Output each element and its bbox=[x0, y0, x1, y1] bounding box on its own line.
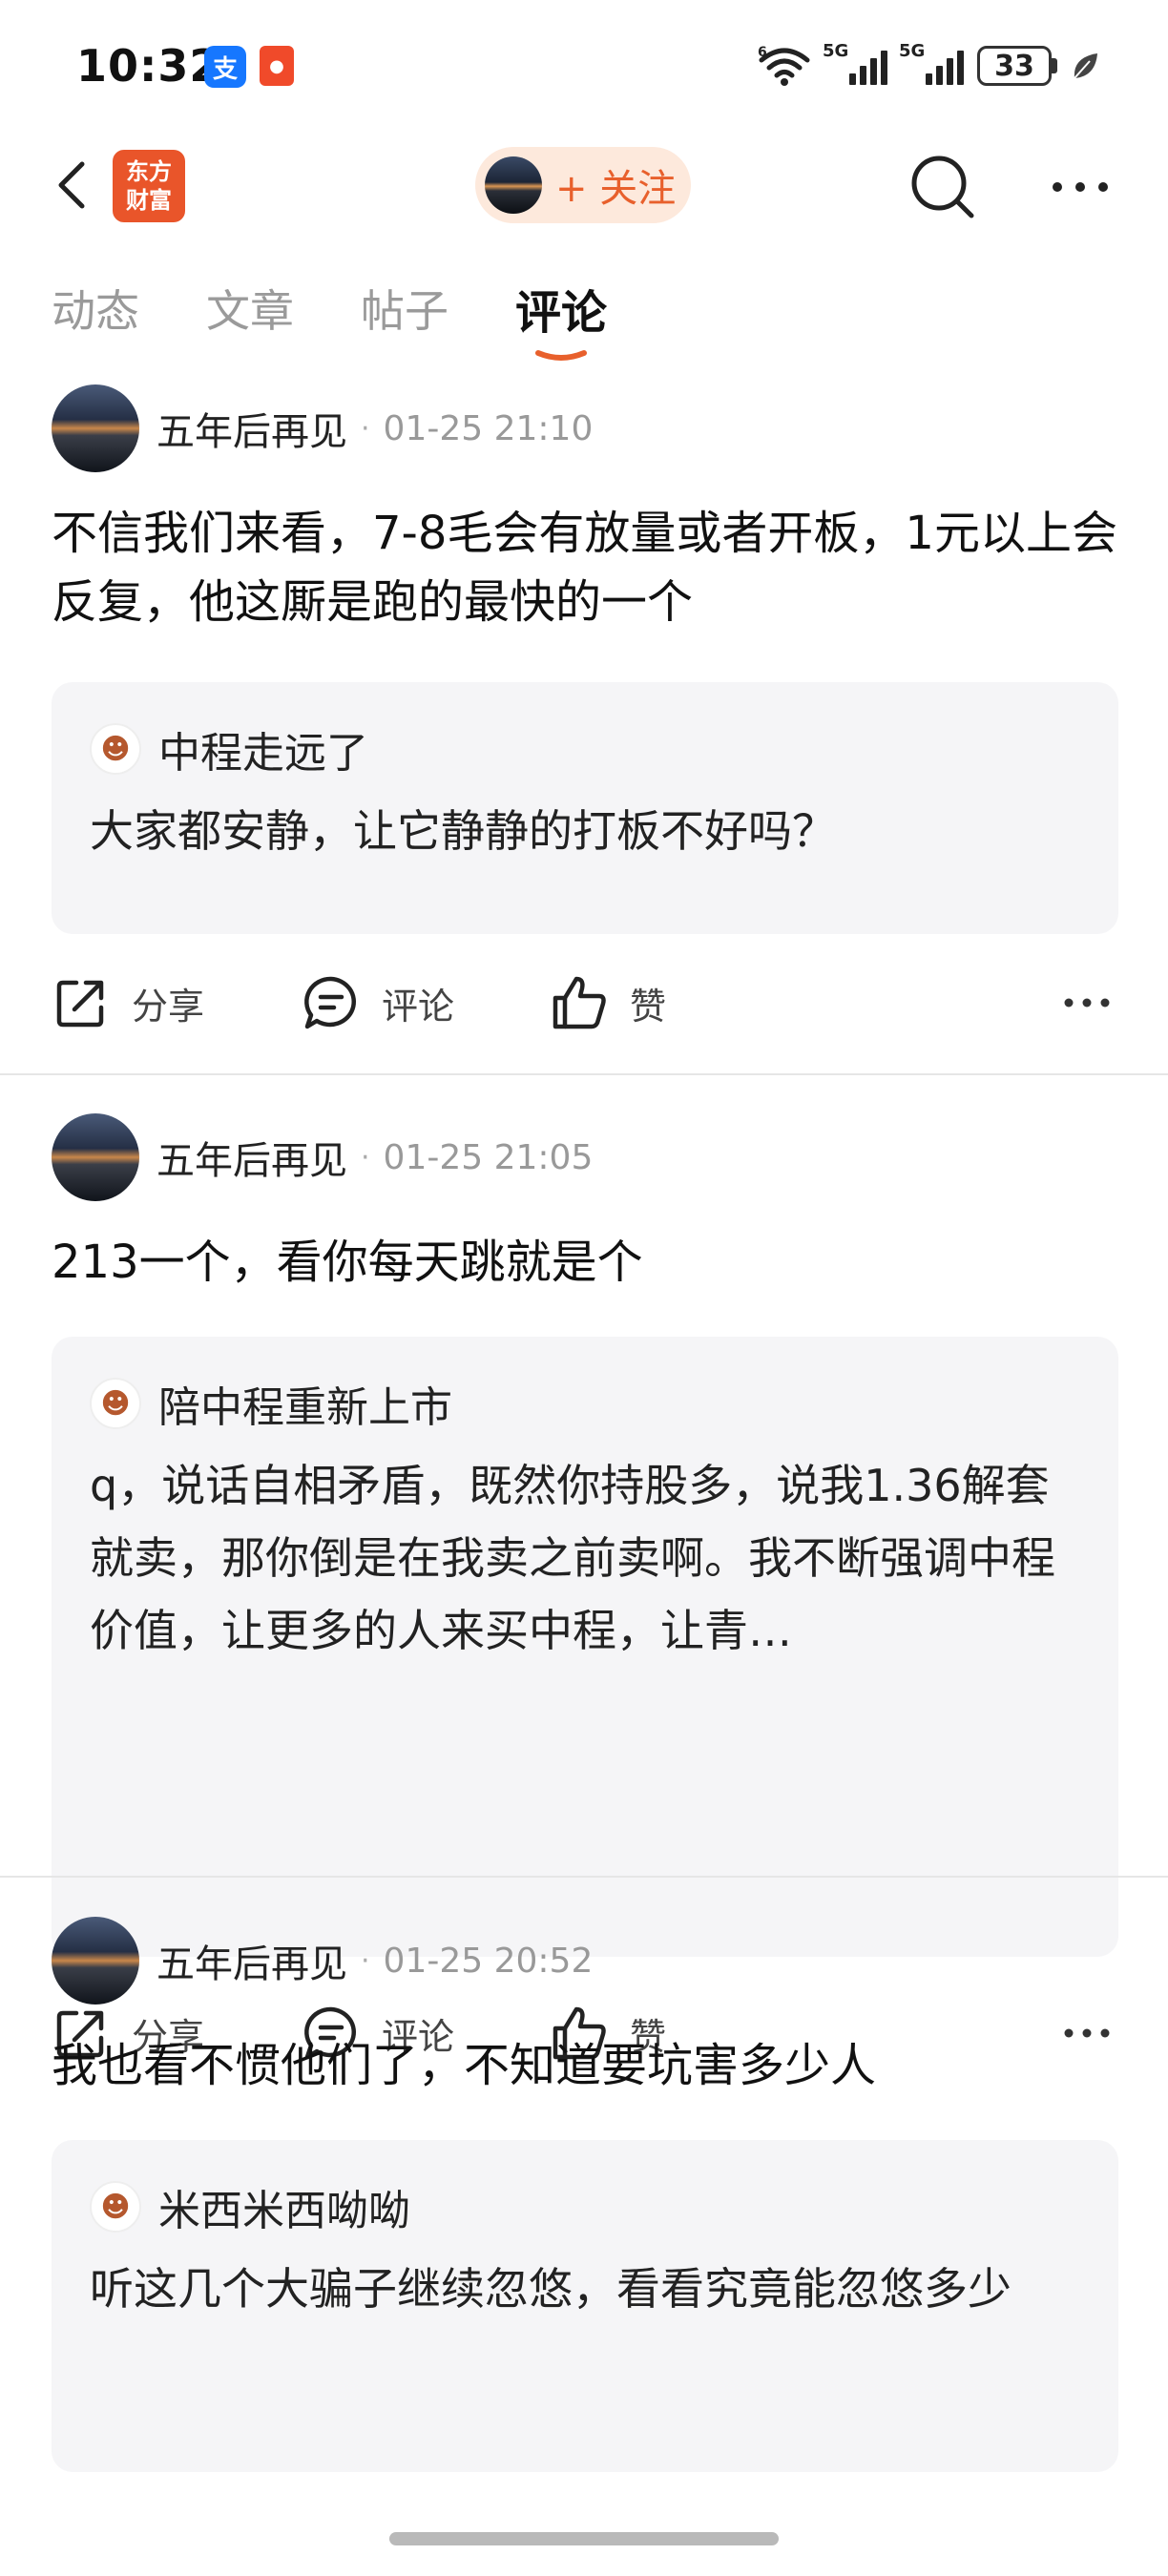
more-options-icon[interactable] bbox=[1050, 176, 1111, 198]
comment-icon bbox=[304, 976, 356, 1029]
quoted-author[interactable]: 陪中程重新上市 bbox=[158, 1373, 452, 1434]
comment-label: 评论 bbox=[382, 985, 455, 1028]
quoted-text: 大家都安静，让它静静的打板不好吗？ bbox=[90, 805, 836, 857]
like-label: 赞 bbox=[630, 985, 667, 1028]
alipay-icon: 支 bbox=[204, 46, 246, 88]
comment-text: 我也看不惯他们了，不知道要坑害多少人 bbox=[52, 2039, 877, 2092]
thumbs-up-icon bbox=[553, 976, 606, 1029]
signal-icon-2: 5G bbox=[899, 41, 964, 85]
tab-comments[interactable]: 评论 bbox=[515, 275, 607, 342]
back-arrow-icon[interactable] bbox=[46, 156, 103, 214]
post-time: 01-25 21:05 bbox=[383, 1137, 594, 1177]
author-row: 五年后再见 · 01-25 21:10 bbox=[52, 384, 593, 472]
status-bar: 10:32 支 ● 6 5G 5G 33 bbox=[0, 0, 1168, 134]
divider bbox=[0, 1073, 1168, 1075]
battery-level: 33 bbox=[977, 46, 1052, 86]
wifi-label: 6 bbox=[758, 45, 767, 60]
separator-dot: · bbox=[361, 411, 370, 446]
quoted-avatar: ☻ bbox=[90, 723, 141, 775]
post-time: 01-25 20:52 bbox=[383, 1941, 594, 1981]
action-bar: 分享 评论 赞 bbox=[0, 965, 1168, 1041]
quoted-post[interactable]: ☻ 米西米西呦呦 听这几个大骗子继续忽悠，看看究竟能忽悠多少 bbox=[52, 2140, 1118, 2472]
share-icon bbox=[56, 980, 104, 1028]
signal-2-label: 5G bbox=[899, 41, 926, 61]
tab-articles[interactable]: 文章 bbox=[206, 277, 294, 340]
quoted-avatar: ☻ bbox=[90, 1378, 141, 1429]
comment-button[interactable]: 评论 bbox=[302, 965, 454, 1041]
quoted-post[interactable]: ☻ 陪中程重新上市 q，说话自相矛盾，既然你持股多，说我1.36解套就卖，那你倒… bbox=[52, 1337, 1118, 1957]
quoted-avatar: ☻ bbox=[90, 2181, 141, 2233]
more-options-icon[interactable] bbox=[1063, 993, 1111, 1012]
battery-icon: 33 bbox=[977, 46, 1057, 86]
author-name[interactable]: 五年后再见 bbox=[156, 1130, 347, 1185]
quoted-text: 听这几个大骗子继续忽悠，看看究竟能忽悠多少 bbox=[90, 2263, 1012, 2315]
tab-dynamics[interactable]: 动态 bbox=[52, 277, 139, 340]
brand-line2: 财富 bbox=[126, 187, 172, 214]
search-icon[interactable] bbox=[907, 151, 979, 223]
status-icons: 6 5G 5G 33 bbox=[758, 41, 1099, 90]
wifi-icon: 6 bbox=[758, 45, 810, 86]
quoted-text: q，说话自相矛盾，既然你持股多，说我1.36解套就卖，那你倒是在我卖之前卖啊。我… bbox=[90, 1460, 1055, 1656]
comments-screen: 10:32 支 ● 6 5G 5G 33 东方 财富 + 关注 动态 文章 帖子… bbox=[0, 0, 1168, 2576]
follow-label: + 关注 bbox=[555, 167, 677, 211]
profile-avatar bbox=[485, 156, 542, 214]
status-time: 10:32 bbox=[76, 40, 221, 92]
active-tab-indicator bbox=[535, 350, 587, 361]
comment-text: 213一个，看你每天跳就是个 bbox=[52, 1236, 643, 1289]
signal-1-label: 5G bbox=[823, 41, 849, 61]
notification-app-icon: ● bbox=[260, 46, 294, 86]
author-row: 五年后再见 · 01-25 21:05 bbox=[52, 1113, 593, 1201]
brand-line1: 东方 bbox=[126, 158, 172, 185]
avatar[interactable] bbox=[52, 1113, 139, 1201]
comment-text: 不信我们来看，7-8毛会有放量或者开板，1元以上会反复，他这厮是跑的最快的一个 bbox=[52, 507, 1117, 629]
eastmoney-logo: 东方 财富 bbox=[113, 150, 185, 222]
like-button[interactable]: 赞 bbox=[550, 965, 666, 1041]
quoted-author[interactable]: 中程走远了 bbox=[158, 718, 368, 779]
post-time: 01-25 21:10 bbox=[383, 408, 594, 448]
quoted-author[interactable]: 米西米西呦呦 bbox=[158, 2176, 410, 2237]
divider bbox=[0, 1876, 1168, 1878]
leaf-icon bbox=[1074, 53, 1097, 79]
top-nav-bar: 东方 财富 + 关注 bbox=[0, 134, 1168, 239]
author-name[interactable]: 五年后再见 bbox=[156, 401, 347, 456]
signal-icon-1: 5G bbox=[823, 41, 887, 85]
avatar[interactable] bbox=[52, 1917, 139, 2005]
follow-button[interactable]: + 关注 bbox=[475, 147, 691, 223]
author-row: 五年后再见 · 01-25 20:52 bbox=[52, 1917, 593, 2005]
separator-dot: · bbox=[361, 1140, 370, 1174]
quoted-post[interactable]: ☻ 中程走远了 大家都安静，让它静静的打板不好吗？ bbox=[52, 682, 1118, 934]
separator-dot: · bbox=[361, 1943, 370, 1978]
avatar[interactable] bbox=[52, 384, 139, 472]
author-name[interactable]: 五年后再见 bbox=[156, 1933, 347, 1988]
share-label: 分享 bbox=[132, 985, 205, 1028]
share-button[interactable]: 分享 bbox=[52, 965, 204, 1041]
tab-posts[interactable]: 帖子 bbox=[361, 277, 448, 340]
home-indicator[interactable] bbox=[389, 2532, 779, 2545]
profile-tabs: 动态 文章 帖子 评论 bbox=[0, 277, 1168, 372]
